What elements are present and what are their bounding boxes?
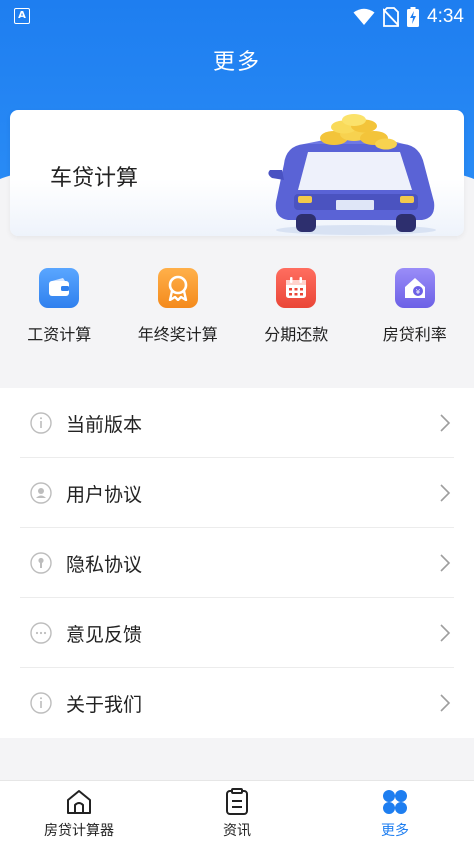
tab-news[interactable]: 资讯 bbox=[158, 781, 316, 842]
status-icons: 4:34 bbox=[353, 6, 464, 28]
menu-item-version[interactable]: 当前版本 bbox=[0, 388, 474, 458]
chevron-right-icon bbox=[440, 414, 451, 432]
user-icon bbox=[30, 482, 52, 504]
tab-label: 更多 bbox=[381, 823, 409, 839]
lock-icon bbox=[30, 552, 52, 574]
app-notification-icon: A bbox=[14, 8, 30, 24]
tab-mortgage-calculator[interactable]: 房贷计算器 bbox=[0, 781, 158, 842]
quick-item-installment[interactable]: 分期还款 bbox=[237, 258, 356, 358]
chevron-right-icon bbox=[440, 484, 451, 502]
menu-item-user-agreement[interactable]: 用户协议 bbox=[0, 458, 474, 528]
car-coins-illustration bbox=[268, 114, 436, 235]
car-loan-banner[interactable]: 车贷计算 bbox=[10, 110, 464, 236]
quick-item-mortgage-rate[interactable]: ¥ 房贷利率 bbox=[356, 258, 474, 358]
status-time: 4:34 bbox=[427, 6, 464, 27]
news-icon bbox=[222, 787, 252, 817]
chevron-right-icon bbox=[440, 694, 451, 712]
settings-menu: 当前版本 用户协议 隐私协议 意见反馈 关于我们 bbox=[0, 388, 474, 738]
menu-item-label: 关于我们 bbox=[66, 693, 143, 716]
quick-item-salary[interactable]: 工资计算 bbox=[0, 258, 119, 358]
chevron-right-icon bbox=[440, 624, 451, 642]
quick-tools: 工资计算 年终奖计算 分期还款 ¥ 房贷利率 bbox=[0, 258, 474, 358]
wifi-icon bbox=[353, 8, 375, 25]
quick-item-label: 房贷利率 bbox=[382, 325, 447, 344]
quick-item-bonus[interactable]: 年终奖计算 bbox=[119, 258, 238, 358]
status-bar: A 4:34 bbox=[0, 0, 474, 34]
info-icon bbox=[30, 692, 52, 714]
menu-item-feedback[interactable]: 意见反馈 bbox=[0, 598, 474, 668]
quick-item-label: 分期还款 bbox=[264, 325, 329, 344]
chevron-right-icon bbox=[440, 554, 451, 572]
award-icon bbox=[157, 268, 198, 308]
house-rate-icon: ¥ bbox=[394, 268, 435, 308]
house-icon bbox=[64, 787, 94, 817]
svg-text:¥: ¥ bbox=[416, 288, 421, 296]
menu-item-label: 当前版本 bbox=[66, 413, 143, 436]
menu-item-label: 用户协议 bbox=[66, 483, 143, 506]
tab-label: 房贷计算器 bbox=[44, 823, 114, 839]
grid-icon bbox=[380, 787, 410, 817]
menu-item-label: 隐私协议 bbox=[66, 553, 143, 576]
chat-icon bbox=[30, 622, 52, 644]
tab-more[interactable]: 更多 bbox=[316, 781, 474, 842]
wallet-icon bbox=[39, 268, 80, 308]
tab-label: 资讯 bbox=[223, 823, 251, 839]
battery-charging-icon bbox=[407, 7, 420, 27]
info-icon bbox=[30, 412, 52, 434]
quick-item-label: 工资计算 bbox=[27, 325, 92, 344]
quick-item-label: 年终奖计算 bbox=[137, 325, 218, 344]
bottom-tab-bar: 房贷计算器 资讯 更多 bbox=[0, 780, 474, 842]
banner-title: 车贷计算 bbox=[50, 166, 139, 191]
menu-item-label: 意见反馈 bbox=[66, 623, 143, 646]
no-sim-icon bbox=[383, 7, 400, 27]
calendar-icon bbox=[276, 268, 317, 308]
menu-item-privacy[interactable]: 隐私协议 bbox=[0, 528, 474, 598]
menu-item-about[interactable]: 关于我们 bbox=[0, 668, 474, 738]
page-title: 更多 bbox=[212, 50, 261, 75]
